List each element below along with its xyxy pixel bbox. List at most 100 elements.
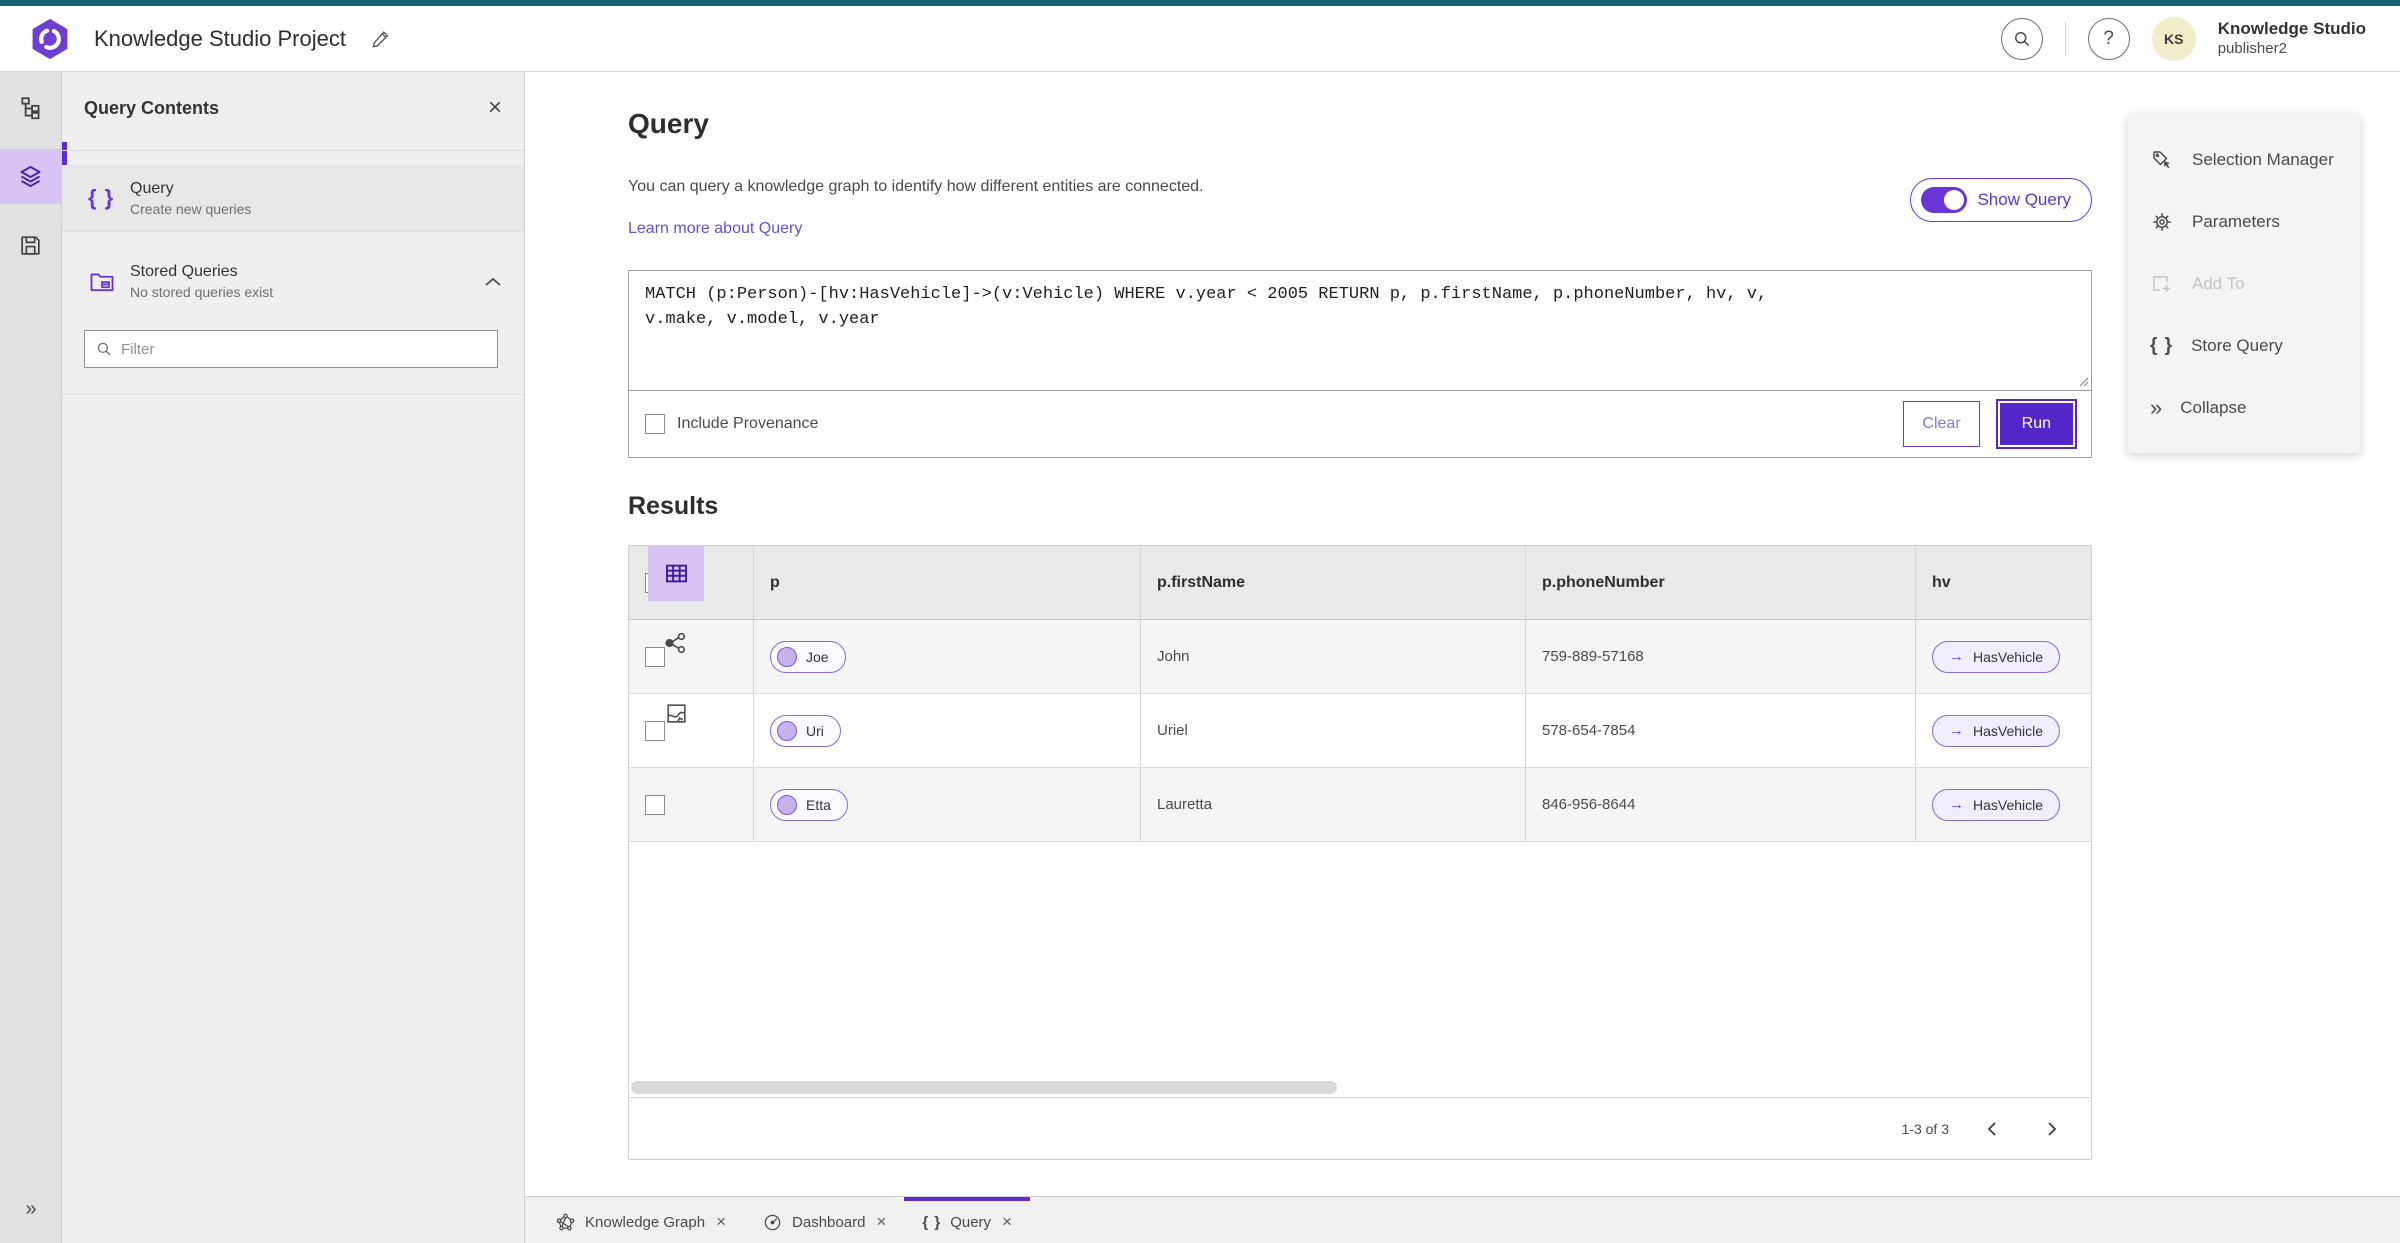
account-name: Knowledge Studio xyxy=(2217,19,2366,39)
table-view-button[interactable] xyxy=(648,545,704,601)
left-icon-rail: » xyxy=(0,72,62,1243)
previous-page-button[interactable] xyxy=(1975,1112,2009,1146)
collapse-panel-button[interactable]: » Collapse xyxy=(2128,377,2360,439)
entity-pill[interactable]: Uri xyxy=(770,714,841,747)
knowledge-graph-icon xyxy=(555,1212,576,1233)
table-pagination: 1-3 of 3 xyxy=(629,1097,2091,1159)
column-header-hv[interactable]: hv xyxy=(1916,546,2091,619)
entity-node-icon xyxy=(777,646,797,667)
add-to-button: Add To xyxy=(2128,253,2360,315)
query-description: You can query a knowledge graph to ident… xyxy=(628,178,1204,195)
show-query-toggle[interactable]: Show Query xyxy=(1910,178,2092,222)
cell-phonenumber: 846-956-8644 xyxy=(1526,768,1916,841)
tool-label: Add To xyxy=(2192,274,2245,293)
panel-item-subtitle: Create new queries xyxy=(130,200,252,217)
search-button[interactable] xyxy=(2000,17,2043,60)
tab-label: Query xyxy=(950,1213,992,1231)
chevron-up-icon[interactable] xyxy=(484,277,502,287)
query-textarea[interactable]: MATCH (p:Person)-[hv:HasVehicle]->(v:Veh… xyxy=(629,271,2091,391)
expand-rail-button[interactable]: » xyxy=(0,1198,62,1221)
page-title: Query xyxy=(628,108,709,139)
tab-dashboard[interactable]: Dashboard × xyxy=(744,1197,904,1243)
app-header: Knowledge Studio Project ? KS Knowledge … xyxy=(0,6,2400,72)
user-avatar[interactable]: KS xyxy=(2151,16,2196,61)
rail-item-data-model[interactable] xyxy=(0,80,62,135)
filter-input[interactable] xyxy=(121,340,487,358)
app-window: Knowledge Studio Project ? KS Knowledge … xyxy=(0,0,2400,1243)
row-checkbox[interactable] xyxy=(645,794,665,815)
help-button[interactable]: ? xyxy=(2087,17,2130,60)
panel-item-title: Stored Queries xyxy=(130,263,238,280)
selection-manager-icon xyxy=(2150,148,2174,172)
panel-item-query[interactable]: { } Query Create new queries xyxy=(62,165,524,232)
next-page-button[interactable] xyxy=(2035,1112,2069,1146)
main-area: Query You can query a knowledge graph to… xyxy=(525,72,2400,1243)
column-header-firstname[interactable]: p.firstName xyxy=(1141,546,1526,619)
chevron-right-icon xyxy=(2047,1121,2057,1137)
bottom-tab-bar: Knowledge Graph × Dashboard × {} Query … xyxy=(525,1196,2400,1243)
table-row: Joe John 759-889-57168 → HasVehicle xyxy=(629,620,2091,694)
close-icon[interactable]: × xyxy=(716,1212,726,1232)
panel-close-button[interactable]: × xyxy=(482,90,508,126)
panel-item-stored-queries[interactable]: Stored Queries No stored queries exist xyxy=(62,248,524,315)
clear-button[interactable]: Clear xyxy=(1903,401,1980,447)
close-icon: × xyxy=(487,94,502,121)
relationship-pill[interactable]: → HasVehicle xyxy=(1932,788,2061,821)
run-button[interactable]: Run xyxy=(1997,401,2075,447)
relationship-name: HasVehicle xyxy=(1973,722,2044,739)
close-icon[interactable]: × xyxy=(1002,1212,1012,1232)
double-chevron-right-icon: » xyxy=(2150,395,2163,420)
panel-divider xyxy=(62,150,524,151)
learn-more-link[interactable]: Learn more about Query xyxy=(628,220,802,238)
rail-item-save[interactable] xyxy=(0,218,62,273)
tab-label: Dashboard xyxy=(792,1213,866,1231)
entity-pill[interactable]: Etta xyxy=(770,788,848,821)
query-editor: MATCH (p:Person)-[hv:HasVehicle]->(v:Veh… xyxy=(628,270,2092,458)
hierarchy-icon xyxy=(18,95,44,121)
parameters-button[interactable]: Parameters xyxy=(2128,191,2360,253)
column-header-p[interactable]: p xyxy=(754,546,1141,619)
close-icon[interactable]: × xyxy=(876,1212,886,1232)
add-to-icon xyxy=(2150,272,2174,296)
entity-node-icon xyxy=(777,720,797,741)
horizontal-scrollbar[interactable] xyxy=(631,1081,1337,1094)
braces-icon: { } xyxy=(2150,335,2174,356)
entity-name: Uri xyxy=(806,722,824,739)
cell-phonenumber: 759-889-57168 xyxy=(1526,620,1916,693)
resize-handle-icon[interactable] xyxy=(2077,375,2089,387)
double-chevron-right-icon: » xyxy=(25,1198,37,1220)
filter-field xyxy=(84,330,498,368)
table-row: Etta Lauretta 846-956-8644 → HasVehicle xyxy=(629,768,2091,842)
include-provenance-checkbox[interactable] xyxy=(645,414,665,434)
braces-icon: { } xyxy=(88,185,115,210)
map-view-button[interactable] xyxy=(648,685,704,741)
tab-label: Knowledge Graph xyxy=(585,1213,706,1231)
search-icon xyxy=(2012,29,2032,49)
panel-item-stored-text: Stored Queries No stored queries exist xyxy=(130,263,273,300)
save-icon xyxy=(18,233,43,258)
pencil-icon xyxy=(370,28,392,50)
relationship-pill[interactable]: → HasVehicle xyxy=(1932,640,2061,673)
account-info: Knowledge Studio publisher2 xyxy=(2218,19,2366,57)
edit-project-title-button[interactable] xyxy=(370,28,392,50)
tab-knowledge-graph[interactable]: Knowledge Graph × xyxy=(537,1197,744,1243)
tab-query[interactable]: { } Query × xyxy=(904,1197,1030,1243)
link-chart-icon xyxy=(663,630,689,656)
results-view-switcher xyxy=(648,545,708,755)
query-contents-panel: Query Contents × { } Query Create new qu… xyxy=(62,72,525,1243)
arrow-right-icon: → xyxy=(1949,648,1964,665)
header-divider xyxy=(2064,21,2066,56)
relationship-pill[interactable]: → HasVehicle xyxy=(1932,714,2061,747)
store-query-button[interactable]: { } Store Query xyxy=(2128,315,2360,377)
graph-view-button[interactable] xyxy=(648,615,704,671)
rail-item-contents[interactable] xyxy=(0,149,62,204)
column-header-phonenumber[interactable]: p.phoneNumber xyxy=(1526,546,1916,619)
project-title: Knowledge Studio Project xyxy=(94,25,346,51)
results-table: p p.firstName p.phoneNumber hv Joe John … xyxy=(628,545,2092,1160)
toggle-knob xyxy=(1944,190,1965,210)
entity-node-icon xyxy=(777,794,797,815)
panel-item-subtitle: No stored queries exist xyxy=(130,284,274,300)
toggle-on-icon xyxy=(1921,187,1968,213)
selection-manager-button[interactable]: Selection Manager xyxy=(2128,129,2360,191)
entity-pill[interactable]: Joe xyxy=(770,640,846,673)
